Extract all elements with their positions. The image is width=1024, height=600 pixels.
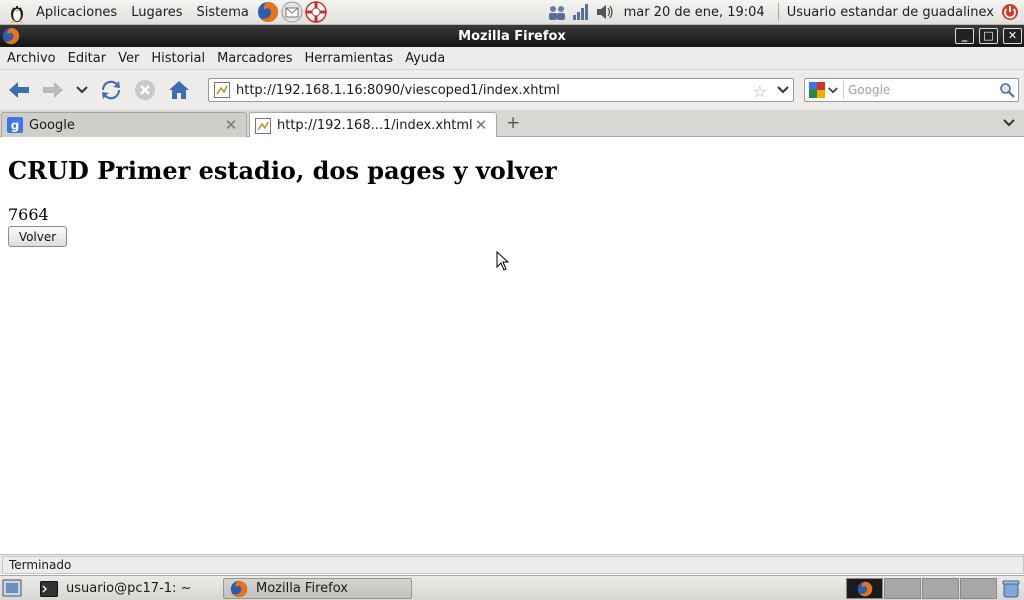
home-button[interactable] bbox=[164, 75, 194, 105]
taskbar-item-terminal[interactable]: usuario@pc17-1: ~ bbox=[34, 578, 220, 599]
google-favicon-icon: g bbox=[7, 117, 23, 133]
top-panel: Aplicaciones Lugares Sistema mar 20 de e… bbox=[0, 0, 1024, 25]
maximize-button[interactable]: □ bbox=[979, 28, 998, 44]
workspace-3[interactable] bbox=[922, 578, 959, 599]
taskbar-label: Mozilla Firefox bbox=[256, 581, 348, 596]
new-tab-button[interactable]: + bbox=[506, 113, 520, 133]
back-arrow-icon bbox=[9, 82, 29, 98]
user-name[interactable]: Usuario estandar de guadalinex bbox=[785, 5, 998, 20]
bookmark-star-icon[interactable]: ☆ bbox=[753, 82, 767, 101]
main-menu-icon[interactable] bbox=[6, 1, 28, 23]
chevron-down-icon bbox=[828, 86, 838, 93]
reload-icon bbox=[101, 80, 121, 100]
stop-icon bbox=[135, 80, 155, 100]
page-heading: CRUD Primer estadio, dos pages y volver bbox=[8, 156, 557, 185]
window-titlebar[interactable]: Mozilla Firefox _ □ ✕ bbox=[0, 25, 1024, 47]
close-tab-icon[interactable]: ✕ bbox=[224, 117, 238, 133]
network-users-icon[interactable] bbox=[547, 3, 567, 21]
search-divider bbox=[843, 81, 844, 99]
taskbar-item-firefox[interactable]: Mozilla Firefox bbox=[223, 578, 412, 599]
value-text: 7664 bbox=[8, 205, 49, 224]
close-window-button[interactable]: ✕ bbox=[1003, 28, 1022, 44]
panel-menu-sistema[interactable]: Sistema bbox=[190, 5, 256, 20]
tab-google[interactable]: g Google ✕ bbox=[1, 112, 247, 137]
svg-text:g: g bbox=[11, 119, 20, 133]
panel-separator bbox=[777, 3, 779, 21]
firefox-icon bbox=[857, 581, 872, 596]
page-content: CRUD Primer estadio, dos pages y volver … bbox=[0, 137, 1024, 554]
menu-archivo[interactable]: Archivo bbox=[1, 51, 62, 66]
search-icon[interactable] bbox=[999, 82, 1015, 98]
tab-strip: g Google ✕ http://192.168...1/index.xhtm… bbox=[0, 110, 1024, 138]
show-desktop-icon[interactable] bbox=[2, 579, 22, 597]
status-text: Terminado bbox=[2, 555, 1024, 574]
navigation-toolbar: ☆ bbox=[0, 70, 1024, 110]
site-favicon-icon bbox=[255, 117, 271, 134]
volver-button[interactable]: Volver bbox=[8, 226, 67, 247]
workspace-4[interactable] bbox=[960, 578, 997, 599]
chevron-down-icon bbox=[777, 86, 789, 94]
back-button[interactable] bbox=[4, 75, 34, 105]
menu-editar[interactable]: Editar bbox=[62, 51, 113, 66]
window-title: Mozilla Firefox bbox=[458, 28, 566, 44]
menu-bar: Archivo Editar Ver Historial Marcadores … bbox=[0, 47, 1024, 70]
workspace-2[interactable] bbox=[884, 578, 921, 599]
stop-button[interactable] bbox=[130, 75, 160, 105]
volume-icon[interactable] bbox=[595, 3, 615, 21]
url-bar: ☆ bbox=[208, 78, 794, 102]
panel-menu-lugares[interactable]: Lugares bbox=[124, 5, 189, 20]
menu-marcadores[interactable]: Marcadores bbox=[211, 51, 298, 66]
help-launcher-icon[interactable] bbox=[305, 1, 327, 23]
history-dropdown-button[interactable] bbox=[72, 75, 92, 105]
firefox-icon bbox=[230, 580, 248, 598]
tab-label: http://192.168...1/index.xhtml bbox=[277, 118, 473, 133]
workspace-1[interactable] bbox=[846, 578, 883, 599]
close-tab-icon[interactable]: ✕ bbox=[474, 117, 488, 133]
url-dropdown-button[interactable] bbox=[777, 86, 789, 94]
clock[interactable]: mar 20 de ene, 19:04 bbox=[617, 5, 772, 20]
taskbar-label: usuario@pc17-1: ~ bbox=[66, 581, 192, 596]
terminal-icon bbox=[40, 580, 58, 597]
list-all-tabs-button[interactable] bbox=[1003, 119, 1015, 127]
firefox-launcher-icon[interactable] bbox=[257, 1, 279, 23]
mouse-cursor bbox=[496, 251, 510, 272]
tab-active-page[interactable]: http://192.168...1/index.xhtml ✕ bbox=[249, 112, 497, 138]
minimize-button[interactable]: _ bbox=[955, 28, 974, 44]
search-engine-selector[interactable] bbox=[809, 82, 838, 98]
signal-strength-icon[interactable] bbox=[571, 3, 591, 21]
menu-ver[interactable]: Ver bbox=[112, 51, 145, 66]
tab-label: Google bbox=[29, 117, 75, 133]
menu-historial[interactable]: Historial bbox=[145, 51, 211, 66]
forward-arrow-icon bbox=[43, 82, 63, 98]
forward-button[interactable] bbox=[38, 75, 68, 105]
home-icon bbox=[169, 81, 189, 99]
menu-ayuda[interactable]: Ayuda bbox=[399, 51, 451, 66]
url-input[interactable] bbox=[236, 80, 746, 100]
panel-menu-aplicaciones[interactable]: Aplicaciones bbox=[29, 5, 124, 20]
chevron-down-icon bbox=[1003, 119, 1015, 127]
menu-herramientas[interactable]: Herramientas bbox=[299, 51, 400, 66]
site-favicon-icon bbox=[214, 82, 230, 98]
mail-launcher-icon[interactable] bbox=[281, 1, 303, 23]
status-bar: Terminado bbox=[0, 554, 1024, 574]
shutdown-icon[interactable] bbox=[1000, 3, 1020, 21]
bottom-panel: usuario@pc17-1: ~ Mozilla Firefox bbox=[0, 575, 1024, 600]
trash-icon[interactable] bbox=[1002, 579, 1020, 598]
chevron-down-icon bbox=[76, 86, 88, 94]
google-logo-icon bbox=[809, 82, 825, 98]
search-input[interactable] bbox=[848, 80, 998, 100]
search-bar bbox=[804, 78, 1019, 102]
reload-button[interactable] bbox=[96, 75, 126, 105]
